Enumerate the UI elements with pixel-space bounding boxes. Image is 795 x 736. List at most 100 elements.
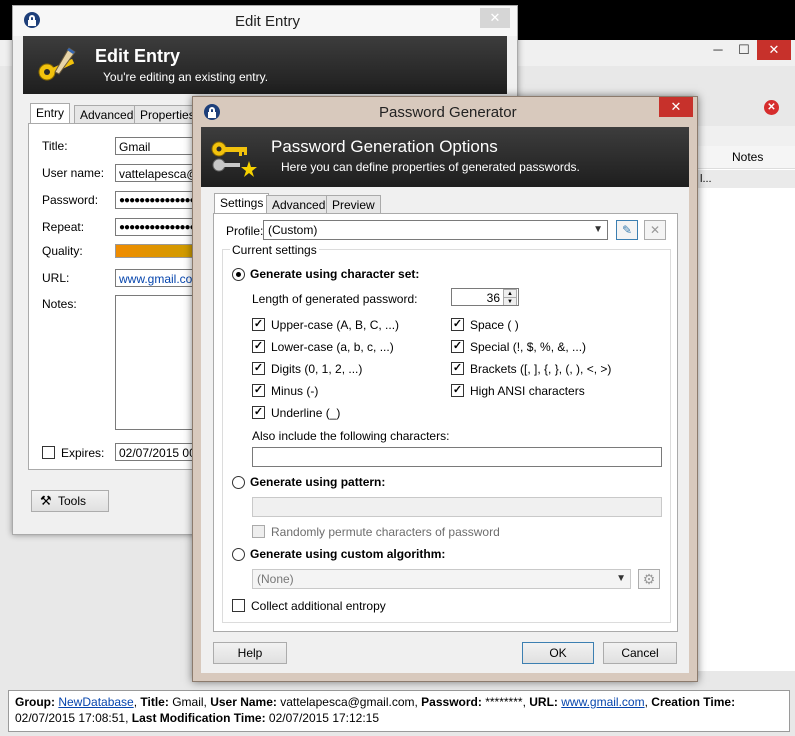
- status-url-label: URL:: [529, 695, 558, 709]
- password-generator-titlebar[interactable]: Password Generator ✕: [193, 97, 697, 127]
- status-user-value: vattelapesca@gmail.com: [280, 695, 415, 709]
- profile-label: Profile:: [226, 224, 264, 238]
- custom-algorithm-selected-value: (None): [257, 572, 294, 586]
- tools-icon: ⚒: [40, 493, 52, 508]
- entry-details-panel: Group: NewDatabase, Title: Gmail, User N…: [8, 690, 790, 732]
- edit-entry-banner: Edit Entry You're editing an existing en…: [23, 36, 507, 94]
- special-checkbox[interactable]: ✓: [451, 340, 464, 353]
- spin-down-icon[interactable]: ▼: [503, 297, 517, 305]
- status-user-label: User Name:: [210, 695, 277, 709]
- cancel-button[interactable]: Cancel: [603, 642, 677, 664]
- quality-label: Quality:: [42, 244, 83, 258]
- high-ansi-checkbox[interactable]: ✓: [451, 384, 464, 397]
- status-ctime-value: 02/07/2015 17:08:51: [15, 711, 126, 725]
- keys-icon: [35, 46, 79, 84]
- save-profile-button[interactable]: ✎: [616, 220, 638, 240]
- custom-algorithm-radio[interactable]: [232, 548, 245, 561]
- tab-entry[interactable]: Entry: [30, 103, 71, 124]
- status-ctime-label: Creation Time:: [651, 695, 736, 709]
- charset-option-label: Generate using character set:: [250, 267, 420, 281]
- status-group-label: Group:: [15, 695, 55, 709]
- main-close-button[interactable]: ✕: [757, 40, 791, 60]
- edit-entry-banner-subtitle: You're editing an existing entry.: [103, 70, 269, 84]
- edit-entry-title: Edit Entry: [235, 13, 301, 30]
- status-password-label: Password:: [421, 695, 482, 709]
- pattern-option-label: Generate using pattern:: [250, 475, 386, 489]
- profile-select[interactable]: (Custom) ▼: [263, 220, 608, 240]
- profile-selected-value: (Custom): [268, 223, 318, 237]
- status-group-link[interactable]: NewDatabase: [58, 695, 133, 709]
- status-url-link[interactable]: www.gmail.com: [561, 695, 644, 709]
- custom-algorithm-select[interactable]: (None) ▼: [252, 569, 631, 589]
- tab-preview[interactable]: Preview: [326, 195, 381, 214]
- entry-tab-panel: Title: Gmail User name: vattelapesca@gma…: [28, 123, 210, 470]
- space-checkbox[interactable]: ✓: [451, 318, 464, 331]
- lowercase-checkbox[interactable]: ✓: [252, 340, 265, 353]
- high-ansi-label: High ANSI characters: [470, 384, 585, 398]
- status-mtime-value: 02/07/2015 17:12:15: [268, 711, 380, 725]
- also-include-label: Also include the following characters:: [252, 429, 450, 443]
- expires-label: Expires:: [61, 446, 105, 460]
- also-include-input[interactable]: [252, 447, 662, 467]
- custom-algorithm-option-label: Generate using custom algorithm:: [250, 547, 446, 561]
- entry-list[interactable]: Notes l...: [697, 146, 795, 671]
- column-header-label: Notes: [732, 150, 764, 164]
- length-value: 36: [486, 291, 500, 305]
- main-maximize-button[interactable]: ☐: [731, 40, 757, 60]
- delete-profile-button[interactable]: ✕: [644, 220, 666, 240]
- brackets-label: Brackets ([, ], {, }, (, ), <, >): [470, 362, 612, 376]
- tab-properties[interactable]: Properties: [134, 105, 201, 124]
- table-row[interactable]: l...: [698, 170, 795, 188]
- url-label: URL:: [42, 271, 70, 285]
- tools-button[interactable]: ⚒ Tools: [31, 490, 109, 512]
- password-generator-banner-subtitle: Here you can define properties of genera…: [281, 160, 580, 174]
- close-search-icon[interactable]: ✕: [764, 100, 779, 115]
- digits-checkbox[interactable]: ✓: [252, 362, 265, 375]
- ok-button[interactable]: OK: [522, 642, 594, 664]
- repeat-label: Repeat:: [42, 220, 85, 234]
- tab-advanced[interactable]: Advanced: [266, 195, 332, 214]
- chevron-down-icon: ▼: [616, 573, 626, 584]
- charset-radio[interactable]: [232, 268, 245, 281]
- password-generator-banner: Password Generation Options Here you can…: [201, 127, 689, 187]
- algorithm-options-button[interactable]: ⚙: [638, 569, 660, 589]
- length-stepper[interactable]: 36 ▲ ▼: [451, 288, 519, 306]
- notes-label: Notes:: [42, 297, 77, 311]
- table-cell: l...: [700, 173, 712, 185]
- password-label: Password:: [42, 193, 99, 207]
- tab-settings[interactable]: Settings: [214, 193, 270, 214]
- minus-checkbox[interactable]: ✓: [252, 384, 265, 397]
- edit-entry-titlebar[interactable]: Edit Entry ✕: [13, 6, 517, 36]
- status-title-value: Gmail: [172, 695, 204, 709]
- status-password-value: ********: [485, 695, 523, 709]
- expires-checkbox[interactable]: [42, 446, 55, 459]
- status-title-label: Title:: [140, 695, 169, 709]
- pattern-input[interactable]: [252, 497, 662, 517]
- uppercase-checkbox[interactable]: ✓: [252, 318, 265, 331]
- underline-checkbox[interactable]: ✓: [252, 406, 265, 419]
- username-label: User name:: [42, 166, 105, 180]
- password-generator-body: Password Generation Options Here you can…: [201, 127, 689, 673]
- digits-label: Digits (0, 1, 2, ...): [271, 362, 363, 376]
- column-header-notes[interactable]: Notes: [698, 146, 795, 169]
- status-mtime-label: Last Modification Time:: [131, 711, 266, 725]
- main-minimize-button[interactable]: ─: [705, 40, 731, 60]
- password-generator-close-button[interactable]: ✕: [659, 97, 693, 117]
- help-button[interactable]: Help: [213, 642, 287, 664]
- permute-checkbox[interactable]: [252, 525, 265, 538]
- collect-entropy-checkbox[interactable]: [232, 599, 245, 612]
- permute-label: Randomly permute characters of password: [271, 525, 500, 539]
- brackets-checkbox[interactable]: ✓: [451, 362, 464, 375]
- password-generator-banner-title: Password Generation Options: [271, 137, 498, 156]
- keepass-lock-icon: [24, 12, 40, 28]
- tools-label: Tools: [58, 494, 87, 508]
- chevron-down-icon: ▼: [593, 224, 603, 235]
- space-label: Space ( ): [470, 318, 519, 332]
- password-generator-window: Password Generator ✕ Password Generation…: [192, 96, 698, 682]
- tab-advanced[interactable]: Advanced: [74, 105, 140, 124]
- keepass-lock-icon: [204, 104, 220, 120]
- edit-entry-banner-title: Edit Entry: [95, 46, 181, 66]
- settings-tab-panel: Profile: (Custom) ▼ ✎ ✕ Current settings…: [213, 213, 678, 632]
- edit-entry-close-button[interactable]: ✕: [480, 8, 510, 28]
- pattern-radio[interactable]: [232, 476, 245, 489]
